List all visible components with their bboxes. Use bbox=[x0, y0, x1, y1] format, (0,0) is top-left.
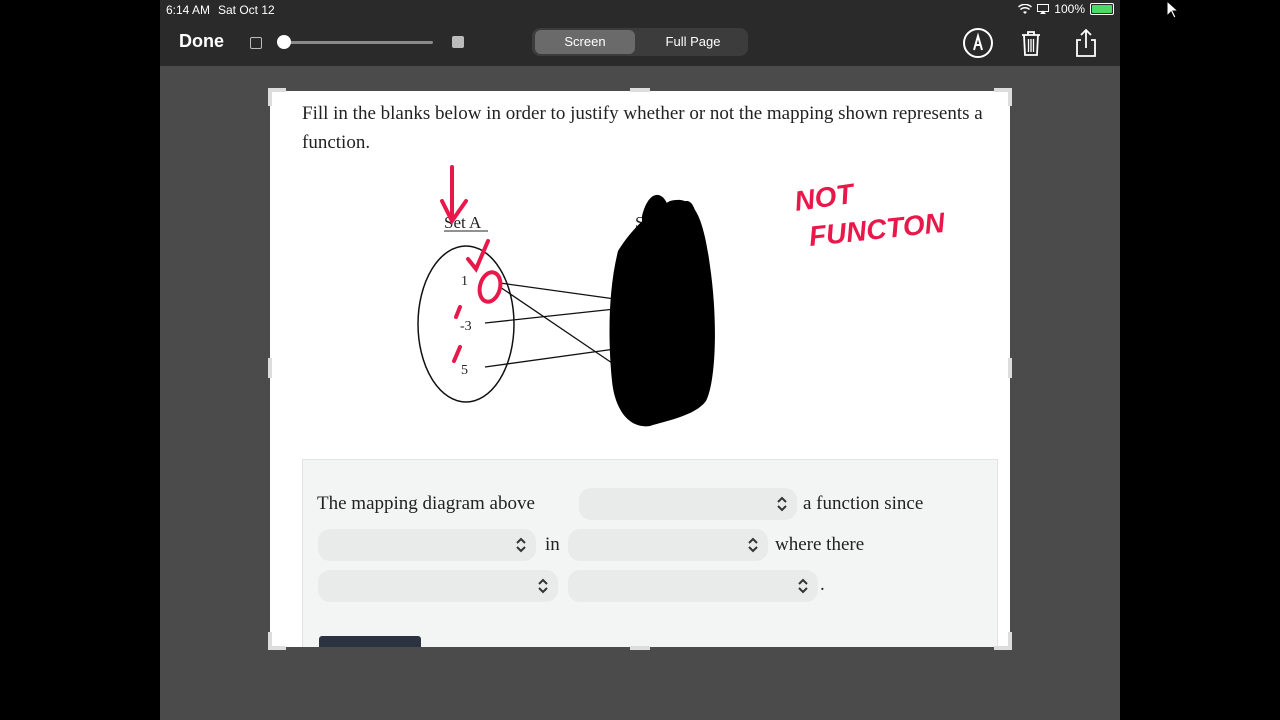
crop-end-icon[interactable] bbox=[452, 36, 464, 48]
answer-text-4: where there bbox=[775, 534, 865, 555]
done-button[interactable]: Done bbox=[179, 31, 224, 52]
capture-mode-control: Screen Full Page bbox=[532, 28, 748, 56]
submit-button[interactable] bbox=[319, 636, 421, 647]
set-a-value-2: -3 bbox=[460, 319, 472, 334]
status-bar: 6:14 AM Sat Oct 12 100% bbox=[160, 0, 1120, 20]
dropdown-set[interactable] bbox=[568, 529, 768, 561]
opacity-slider-track[interactable] bbox=[278, 41, 433, 44]
tab-full-page[interactable]: Full Page bbox=[640, 30, 746, 54]
ipad-screen: 6:14 AM Sat Oct 12 100% Done Screen Full… bbox=[160, 0, 1120, 720]
chevron-updown-icon bbox=[748, 537, 758, 553]
answer-text-3: in bbox=[545, 534, 560, 555]
trash-icon[interactable] bbox=[1015, 27, 1047, 59]
mapping-diagram: Set A S 1 -3 5 NOT FUNCTON bbox=[417, 165, 947, 427]
crop-handle[interactable] bbox=[1008, 632, 1012, 650]
crop-start-icon[interactable] bbox=[250, 37, 262, 49]
status-right: 100% bbox=[1018, 2, 1114, 16]
screenshot-toolbar: Done Screen Full Page bbox=[160, 20, 1120, 66]
status-time: 6:14 AM bbox=[166, 3, 211, 17]
answer-text-1: The mapping diagram above bbox=[317, 493, 535, 514]
share-icon[interactable] bbox=[1070, 27, 1102, 59]
crop-handle[interactable] bbox=[630, 646, 650, 650]
crop-handle[interactable] bbox=[1008, 88, 1012, 106]
crop-handle[interactable] bbox=[268, 632, 272, 650]
set-a-value-3: 5 bbox=[461, 363, 468, 378]
screen-mirror-icon bbox=[1037, 4, 1050, 14]
crop-handle[interactable] bbox=[268, 358, 272, 378]
dropdown-output[interactable] bbox=[568, 570, 818, 602]
chevron-updown-icon bbox=[516, 537, 526, 553]
set-a-value-1: 1 bbox=[461, 274, 468, 289]
battery-percent: 100% bbox=[1054, 2, 1085, 16]
wifi-icon bbox=[1018, 3, 1033, 14]
mouse-pointer-icon bbox=[1166, 0, 1180, 19]
handwritten-note-function: FUNCTON bbox=[807, 207, 947, 252]
dropdown-quantity[interactable] bbox=[318, 570, 558, 602]
battery-icon bbox=[1090, 3, 1114, 15]
chevron-updown-icon bbox=[798, 578, 808, 594]
markup-pen-icon[interactable] bbox=[962, 27, 994, 59]
tab-screen[interactable]: Screen bbox=[535, 30, 635, 54]
red-annotations bbox=[440, 165, 503, 363]
dropdown-element[interactable] bbox=[318, 529, 536, 561]
mapping-arrow bbox=[499, 282, 616, 300]
crop-handle[interactable] bbox=[630, 88, 650, 92]
status-date: Sat Oct 12 bbox=[218, 3, 275, 17]
crop-handle[interactable] bbox=[268, 88, 272, 106]
chevron-updown-icon bbox=[777, 496, 787, 512]
answer-form: The mapping diagram above a function sin… bbox=[302, 459, 998, 647]
answer-text-2: a function since bbox=[803, 493, 924, 514]
handwritten-note-not: NOT bbox=[793, 178, 859, 217]
answer-period: . bbox=[820, 574, 825, 595]
mapping-arrow bbox=[484, 348, 616, 368]
dropdown-is-isnot[interactable] bbox=[579, 488, 797, 520]
screenshot-document: Fill in the blanks below in order to jus… bbox=[270, 91, 1010, 647]
chevron-updown-icon bbox=[538, 578, 548, 594]
opacity-slider-thumb[interactable] bbox=[277, 35, 291, 49]
crop-handle[interactable] bbox=[1008, 358, 1012, 378]
mapping-arrow bbox=[499, 286, 616, 366]
scribbled-out-set-b bbox=[609, 194, 715, 427]
